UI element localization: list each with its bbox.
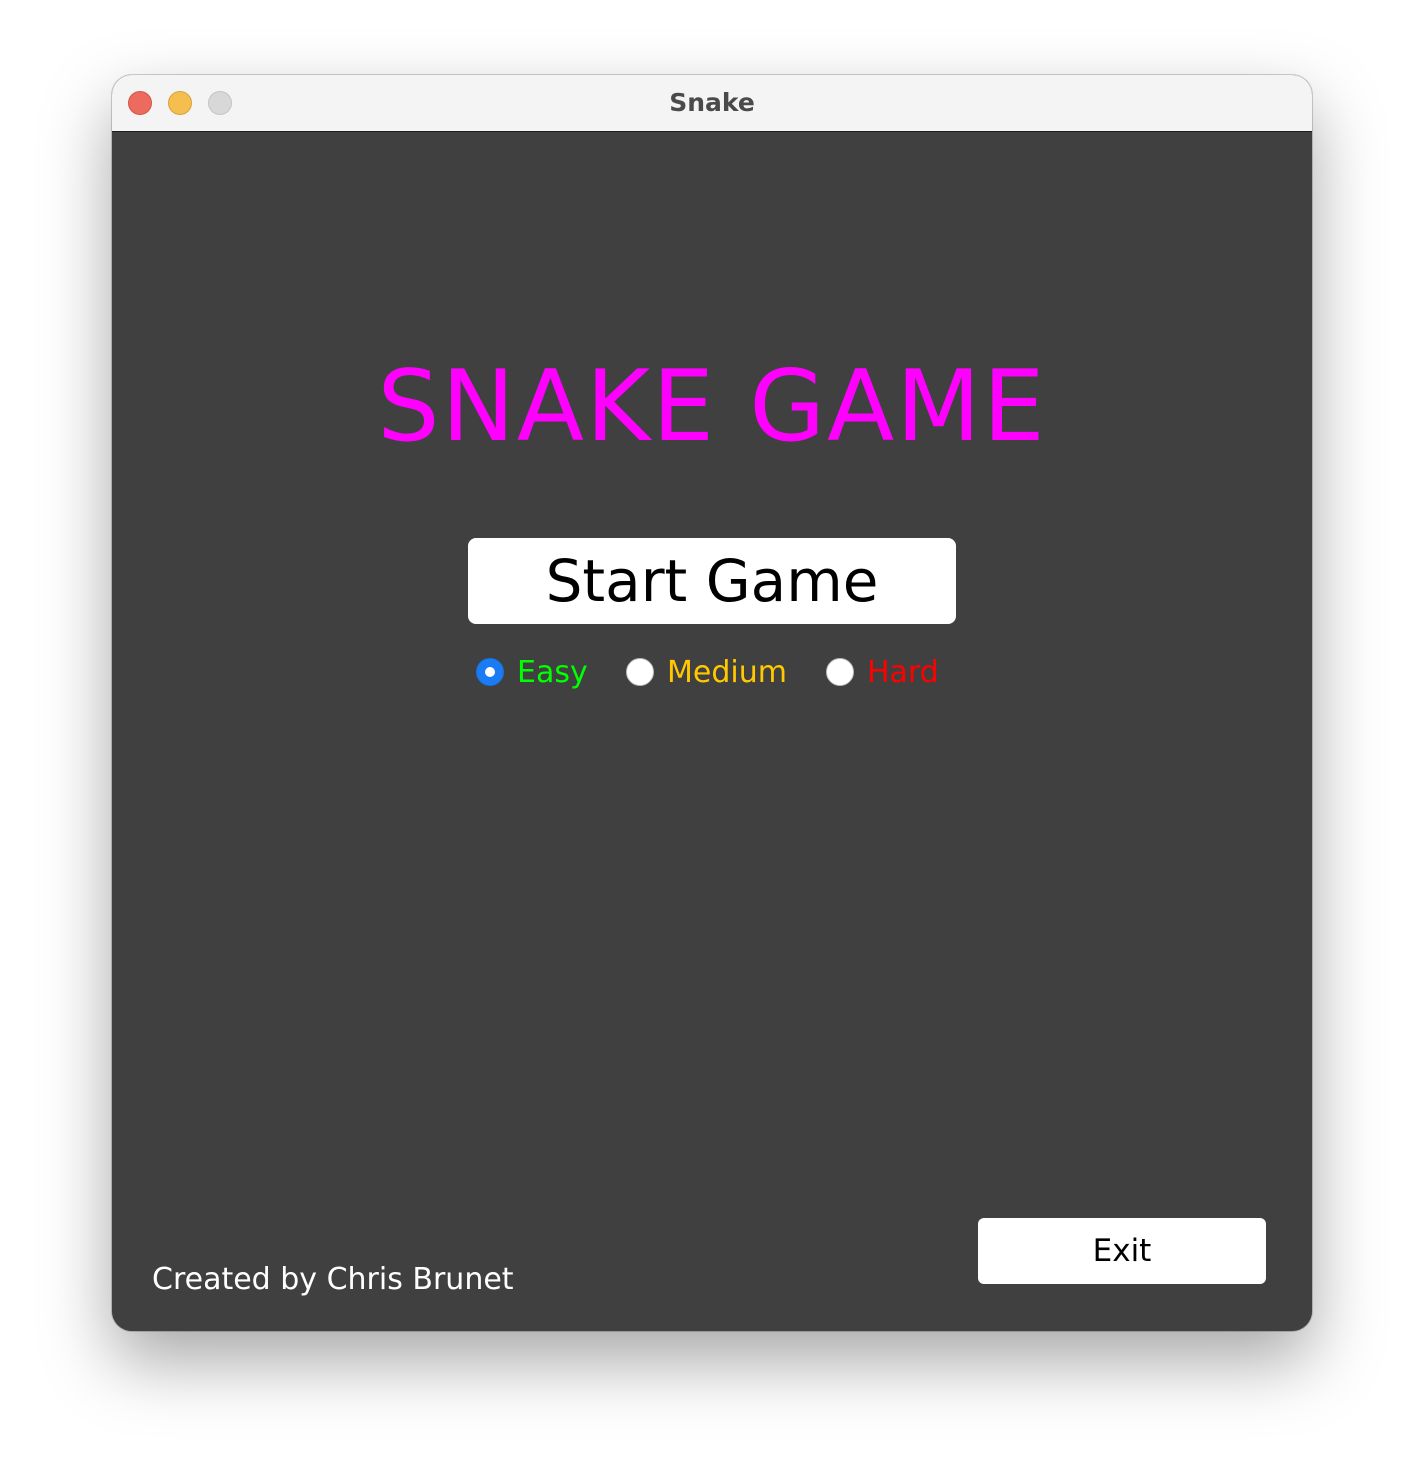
game-menu-panel: SNAKE GAME Start Game Easy Medium Hard C… xyxy=(112,132,1312,1331)
credit-text: Created by Chris Brunet xyxy=(152,1262,514,1297)
easy-label[interactable]: Easy xyxy=(517,655,588,690)
difficulty-option-easy[interactable]: Easy xyxy=(476,652,588,692)
medium-label[interactable]: Medium xyxy=(667,655,787,690)
hard-label[interactable]: Hard xyxy=(867,655,939,690)
exit-button[interactable]: Exit xyxy=(978,1218,1266,1284)
difficulty-option-medium[interactable]: Medium xyxy=(626,652,787,692)
snake-window: Snake SNAKE GAME Start Game Easy Medium … xyxy=(112,75,1312,1331)
title-bar: Snake xyxy=(112,75,1312,132)
game-title: SNAKE GAME xyxy=(377,350,1047,464)
medium-radio[interactable] xyxy=(626,658,654,686)
start-game-button[interactable]: Start Game xyxy=(468,538,956,624)
window-title: Snake xyxy=(669,88,755,117)
easy-radio[interactable] xyxy=(476,658,504,686)
hard-radio[interactable] xyxy=(826,658,854,686)
difficulty-option-hard[interactable]: Hard xyxy=(826,652,939,692)
